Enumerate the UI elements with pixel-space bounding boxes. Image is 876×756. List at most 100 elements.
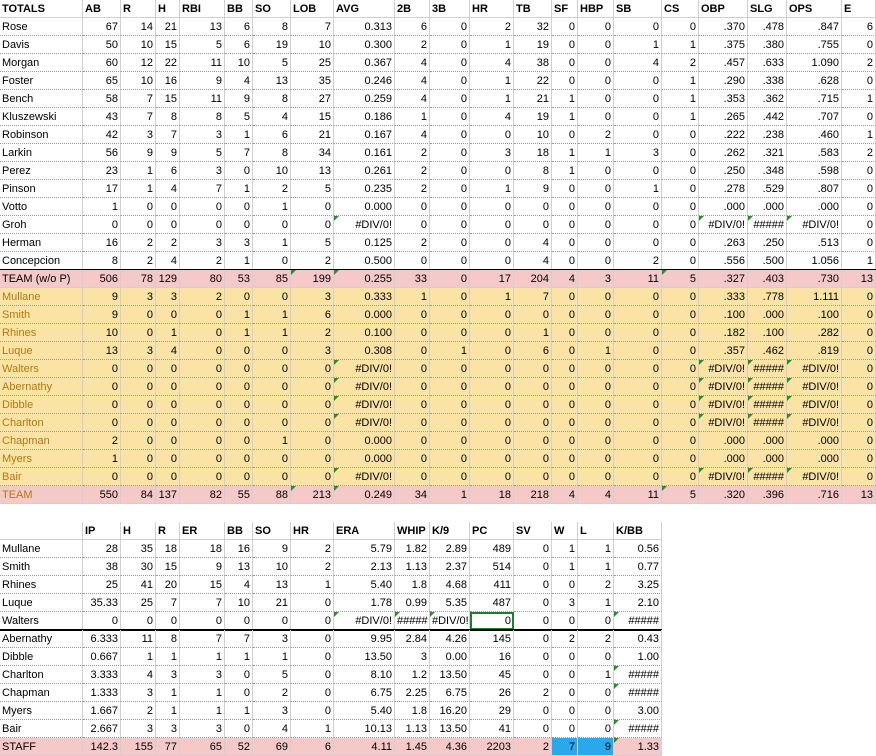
batting-row-2-col-13[interactable]: 0 (552, 54, 578, 72)
batting-pitcher-row-10-col-0[interactable]: Bair (0, 468, 83, 486)
batting-total-row-col-11[interactable]: 18 (470, 486, 514, 504)
batting-pitcher-row-5-col-10[interactable]: 0 (430, 378, 470, 396)
pitching-reliever-row-3-col-6[interactable]: 2 (253, 684, 291, 702)
pitching-reliever-row-4-col-3[interactable]: 1 (156, 702, 180, 720)
pitching-starter-row-4-col-0[interactable]: Walters (0, 612, 83, 630)
pitching-starter-row-3-col-5[interactable]: 10 (225, 594, 253, 612)
batting-row-6-col-0[interactable]: Robinson (0, 126, 83, 144)
batting-pitcher-row-6-col-13[interactable]: 0 (552, 396, 578, 414)
batting-pitcher-row-8-col-13[interactable]: 0 (552, 432, 578, 450)
batting-pitcher-row-0-col-1[interactable]: 9 (83, 288, 121, 306)
batting-row-12-col-9[interactable]: 2 (395, 234, 430, 252)
batting-pitcher-row-7-col-9[interactable]: 0 (395, 414, 430, 432)
pitching-starter-row-0-col-15[interactable]: 0.56 (614, 540, 662, 558)
batting-pitcher-row-1-col-16[interactable]: 0 (662, 306, 699, 324)
batting-row-5-col-14[interactable]: 0 (578, 108, 614, 126)
batting-row-12-col-13[interactable]: 0 (552, 234, 578, 252)
pitching-starter-row-2-col-2[interactable]: 41 (121, 576, 156, 594)
batting-pitcher-row-2-col-18[interactable]: .100 (748, 324, 787, 342)
batting-header-col-2[interactable]: R (121, 0, 156, 18)
batting-pitcher-row-6-col-20[interactable]: 0 (842, 396, 876, 414)
batting-row-5-col-5[interactable]: 5 (225, 108, 253, 126)
pitching-reliever-row-5-col-7[interactable]: 1 (291, 720, 334, 738)
batting-pitcher-row-5-col-17[interactable]: #DIV/0! (699, 378, 748, 396)
pitching-starter-row-2-col-0[interactable]: Rhines (0, 576, 83, 594)
batting-row-13-col-2[interactable]: 2 (121, 252, 156, 270)
batting-pitcher-row-10-col-12[interactable]: 0 (514, 468, 552, 486)
batting-row-7-col-5[interactable]: 7 (225, 144, 253, 162)
batting-total-row-col-2[interactable]: 84 (121, 486, 156, 504)
pitching-header-col-1[interactable]: IP (83, 522, 121, 540)
pitching-reliever-row-3-col-5[interactable]: 0 (225, 684, 253, 702)
pitching-starter-row-3-col-15[interactable]: 2.10 (614, 594, 662, 612)
batting-row-12-col-17[interactable]: .263 (699, 234, 748, 252)
batting-row-9-col-19[interactable]: .807 (787, 180, 842, 198)
batting-row-0-col-7[interactable]: 7 (291, 18, 334, 36)
batting-row-0-col-4[interactable]: 13 (180, 18, 225, 36)
batting-row-12-col-1[interactable]: 16 (83, 234, 121, 252)
pitching-reliever-row-3-col-3[interactable]: 1 (156, 684, 180, 702)
pitching-starter-row-0-col-6[interactable]: 9 (253, 540, 291, 558)
batting-pitcher-row-3-col-7[interactable]: 3 (291, 342, 334, 360)
batting-row-11-col-19[interactable]: #DIV/0! (787, 216, 842, 234)
pitching-starter-row-4-col-4[interactable]: 0 (180, 612, 225, 630)
batting-row-3-col-7[interactable]: 35 (291, 72, 334, 90)
batting-pitcher-row-1-col-6[interactable]: 1 (253, 306, 291, 324)
pitching-reliever-row-2-col-10[interactable]: 13.50 (430, 666, 470, 684)
batting-pitcher-row-9-col-2[interactable]: 0 (121, 450, 156, 468)
pitching-reliever-row-4-col-7[interactable]: 0 (291, 702, 334, 720)
batting-header-col-11[interactable]: HR (470, 0, 514, 18)
batting-pitcher-row-4-col-20[interactable]: 0 (842, 360, 876, 378)
pitching-reliever-row-0-col-13[interactable]: 2 (552, 630, 578, 648)
pitching-staff-row-col-10[interactable]: 4.36 (430, 738, 470, 756)
batting-pitcher-row-6-col-17[interactable]: #DIV/0! (699, 396, 748, 414)
pitching-header-col-9[interactable]: WHIP (395, 522, 430, 540)
batting-row-5-col-18[interactable]: .442 (748, 108, 787, 126)
pitching-reliever-row-0-col-11[interactable]: 145 (470, 630, 514, 648)
pitching-starter-row-1-col-0[interactable]: Smith (0, 558, 83, 576)
batting-row-4-col-5[interactable]: 9 (225, 90, 253, 108)
batting-pitcher-row-9-col-3[interactable]: 0 (156, 450, 180, 468)
batting-pitcher-row-5-col-14[interactable]: 0 (578, 378, 614, 396)
batting-pitcher-row-1-col-8[interactable]: 0.000 (334, 306, 395, 324)
batting-row-5-col-17[interactable]: .265 (699, 108, 748, 126)
batting-pitcher-row-7-col-8[interactable]: #DIV/0! (334, 414, 395, 432)
batting-row-3-col-12[interactable]: 22 (514, 72, 552, 90)
batting-row-0-col-14[interactable]: 0 (578, 18, 614, 36)
batting-pitcher-row-2-col-19[interactable]: .282 (787, 324, 842, 342)
batting-pitcher-row-10-col-4[interactable]: 0 (180, 468, 225, 486)
batting-pitcher-row-8-col-10[interactable]: 0 (430, 432, 470, 450)
batting-pitcher-row-3-col-12[interactable]: 6 (514, 342, 552, 360)
pitching-reliever-row-5-col-5[interactable]: 0 (225, 720, 253, 738)
batting-row-12-col-0[interactable]: Herman (0, 234, 83, 252)
pitching-reliever-row-2-col-2[interactable]: 4 (121, 666, 156, 684)
batting-row-12-col-15[interactable]: 0 (614, 234, 662, 252)
pitching-header-col-3[interactable]: R (156, 522, 180, 540)
batting-pitcher-row-3-col-16[interactable]: 0 (662, 342, 699, 360)
batting-row-9-col-14[interactable]: 0 (578, 180, 614, 198)
batting-total-row-col-18[interactable]: .396 (748, 486, 787, 504)
batting-row-1-col-6[interactable]: 19 (253, 36, 291, 54)
pitching-staff-row-col-9[interactable]: 1.45 (395, 738, 430, 756)
batting-row-4-col-9[interactable]: 4 (395, 90, 430, 108)
batting-pitcher-row-7-col-15[interactable]: 0 (614, 414, 662, 432)
batting-row-6-col-4[interactable]: 3 (180, 126, 225, 144)
batting-pitcher-row-0-col-18[interactable]: .778 (748, 288, 787, 306)
batting-pitcher-row-4-col-2[interactable]: 0 (121, 360, 156, 378)
batting-row-11-col-12[interactable]: 0 (514, 216, 552, 234)
batting-pitcher-row-9-col-8[interactable]: 0.000 (334, 450, 395, 468)
pitching-reliever-row-2-col-3[interactable]: 3 (156, 666, 180, 684)
batting-pitcher-row-5-col-0[interactable]: Abernathy (0, 378, 83, 396)
pitching-starter-row-1-col-4[interactable]: 9 (180, 558, 225, 576)
batting-header-col-15[interactable]: SB (614, 0, 662, 18)
batting-row-2-col-15[interactable]: 4 (614, 54, 662, 72)
batting-pitcher-row-8-col-17[interactable]: .000 (699, 432, 748, 450)
pitching-reliever-row-0-col-5[interactable]: 7 (225, 630, 253, 648)
batting-pitcher-row-0-col-13[interactable]: 0 (552, 288, 578, 306)
pitching-reliever-row-1-col-9[interactable]: 3 (395, 648, 430, 666)
batting-row-11-col-6[interactable]: 0 (253, 216, 291, 234)
batting-pitcher-row-10-col-3[interactable]: 0 (156, 468, 180, 486)
pitching-header-col-4[interactable]: ER (180, 522, 225, 540)
batting-row-6-col-9[interactable]: 4 (395, 126, 430, 144)
batting-total-row-col-16[interactable]: 5 (662, 486, 699, 504)
